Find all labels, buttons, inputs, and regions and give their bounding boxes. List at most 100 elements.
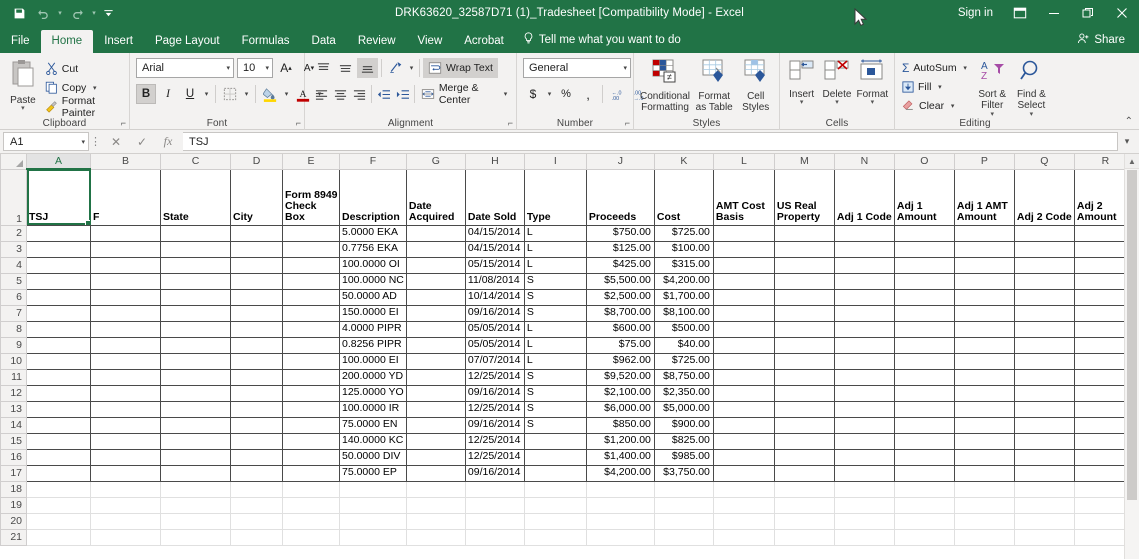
cell-o17[interactable] <box>894 465 954 481</box>
cell-h15[interactable]: 12/25/2014 <box>465 433 524 449</box>
cell-p7[interactable] <box>954 305 1014 321</box>
column-header-c[interactable]: C <box>161 154 231 169</box>
cell-k20[interactable] <box>654 513 713 529</box>
tab-view[interactable]: View <box>407 31 454 54</box>
cell-k2[interactable]: $725.00 <box>654 225 713 241</box>
cell-i3[interactable]: L <box>524 241 586 257</box>
cell-e18[interactable] <box>283 481 340 497</box>
conditional-formatting-button[interactable]: ≠ Conditional Formatting <box>638 57 692 114</box>
cell-a9[interactable] <box>27 337 91 353</box>
cell-j7[interactable]: $8,700.00 <box>586 305 654 321</box>
vertical-scroll-thumb[interactable] <box>1127 170 1137 500</box>
cell-f21[interactable] <box>340 529 407 545</box>
tab-formulas[interactable]: Formulas <box>231 31 301 54</box>
paste-dropdown-icon[interactable]: ▾ <box>21 105 25 113</box>
row-header-14[interactable]: 14 <box>1 417 27 433</box>
insert-cells-button[interactable]: Insert ▾ <box>784 57 819 107</box>
cell-d12[interactable] <box>231 385 283 401</box>
cell-p6[interactable] <box>954 289 1014 305</box>
cell-i15[interactable] <box>524 433 586 449</box>
cell-b21[interactable] <box>91 529 161 545</box>
cell-b18[interactable] <box>91 481 161 497</box>
cell-i8[interactable]: L <box>524 321 586 337</box>
insert-dropdown-icon[interactable]: ▾ <box>800 99 804 107</box>
cell-p13[interactable] <box>954 401 1014 417</box>
cell-a5[interactable] <box>27 273 91 289</box>
cell-b11[interactable] <box>91 369 161 385</box>
cell-h10[interactable]: 07/07/2014 <box>465 353 524 369</box>
cell-q17[interactable] <box>1014 465 1074 481</box>
cell-h11[interactable]: 12/25/2014 <box>465 369 524 385</box>
cell-m11[interactable] <box>774 369 834 385</box>
cell-n11[interactable] <box>834 369 894 385</box>
cell-m17[interactable] <box>774 465 834 481</box>
cell-p19[interactable] <box>954 497 1014 513</box>
cell-k15[interactable]: $825.00 <box>654 433 713 449</box>
cell-j2[interactable]: $750.00 <box>586 225 654 241</box>
cell-f17[interactable]: 75.0000 EP <box>340 465 407 481</box>
tell-me-box[interactable]: Tell me what you want to do <box>515 27 689 53</box>
cell-f12[interactable]: 125.0000 YO <box>340 385 407 401</box>
header-cell-j1[interactable]: Proceeds <box>586 169 654 225</box>
cell-k19[interactable] <box>654 497 713 513</box>
fill-color-dropdown-icon[interactable]: ▾ <box>282 90 291 98</box>
cell-a7[interactable] <box>27 305 91 321</box>
cell-f11[interactable]: 200.0000 YD <box>340 369 407 385</box>
fill-color-button[interactable] <box>260 84 280 104</box>
cell-m21[interactable] <box>774 529 834 545</box>
cell-f10[interactable]: 100.0000 EI <box>340 353 407 369</box>
cell-d5[interactable] <box>231 273 283 289</box>
cell-p2[interactable] <box>954 225 1014 241</box>
cell-p12[interactable] <box>954 385 1014 401</box>
cell-m4[interactable] <box>774 257 834 273</box>
header-cell-m1[interactable]: US Real Property <box>774 169 834 225</box>
cell-f7[interactable]: 150.0000 EI <box>340 305 407 321</box>
cell-h3[interactable]: 04/15/2014 <box>465 241 524 257</box>
cell-m6[interactable] <box>774 289 834 305</box>
align-top-button[interactable] <box>313 58 334 78</box>
header-cell-e1[interactable]: Form 8949 Check Box <box>283 169 340 225</box>
cell-j15[interactable]: $1,200.00 <box>586 433 654 449</box>
cell-n19[interactable] <box>834 497 894 513</box>
cell-e11[interactable] <box>283 369 340 385</box>
fill-dropdown-icon[interactable]: ▾ <box>935 83 944 91</box>
fill-button[interactable]: Fill ▾ <box>899 77 973 96</box>
cell-e17[interactable] <box>283 465 340 481</box>
cell-c9[interactable] <box>161 337 231 353</box>
cell-a8[interactable] <box>27 321 91 337</box>
cell-c20[interactable] <box>161 513 231 529</box>
cell-e13[interactable] <box>283 401 340 417</box>
cell-q6[interactable] <box>1014 289 1074 305</box>
cell-d3[interactable] <box>231 241 283 257</box>
cell-b6[interactable] <box>91 289 161 305</box>
cell-j16[interactable]: $1,400.00 <box>586 449 654 465</box>
cell-m14[interactable] <box>774 417 834 433</box>
cell-j6[interactable]: $2,500.00 <box>586 289 654 305</box>
cell-h9[interactable]: 05/05/2014 <box>465 337 524 353</box>
cell-f14[interactable]: 75.0000 EN <box>340 417 407 433</box>
row-header-15[interactable]: 15 <box>1 433 27 449</box>
font-family-combo[interactable]: Arial ▾ <box>136 58 234 78</box>
cell-m16[interactable] <box>774 449 834 465</box>
header-cell-o1[interactable]: Adj 1 Amount <box>894 169 954 225</box>
cell-e9[interactable] <box>283 337 340 353</box>
cell-f9[interactable]: 0.8256 PIPR <box>340 337 407 353</box>
cell-p17[interactable] <box>954 465 1014 481</box>
cell-q11[interactable] <box>1014 369 1074 385</box>
row-header-1[interactable]: 1 <box>1 169 27 225</box>
cell-i19[interactable] <box>524 497 586 513</box>
cell-m7[interactable] <box>774 305 834 321</box>
cell-i7[interactable]: S <box>524 305 586 321</box>
cell-c16[interactable] <box>161 449 231 465</box>
cell-a10[interactable] <box>27 353 91 369</box>
clear-button[interactable]: Clear ▾ <box>899 96 973 115</box>
cell-d15[interactable] <box>231 433 283 449</box>
cell-b12[interactable] <box>91 385 161 401</box>
cell-p14[interactable] <box>954 417 1014 433</box>
font-size-combo[interactable]: 10 ▾ <box>237 58 273 78</box>
cell-b4[interactable] <box>91 257 161 273</box>
row-header-17[interactable]: 17 <box>1 465 27 481</box>
cell-l20[interactable] <box>713 513 774 529</box>
cell-h8[interactable]: 05/05/2014 <box>465 321 524 337</box>
increase-indent-button[interactable] <box>393 84 411 104</box>
